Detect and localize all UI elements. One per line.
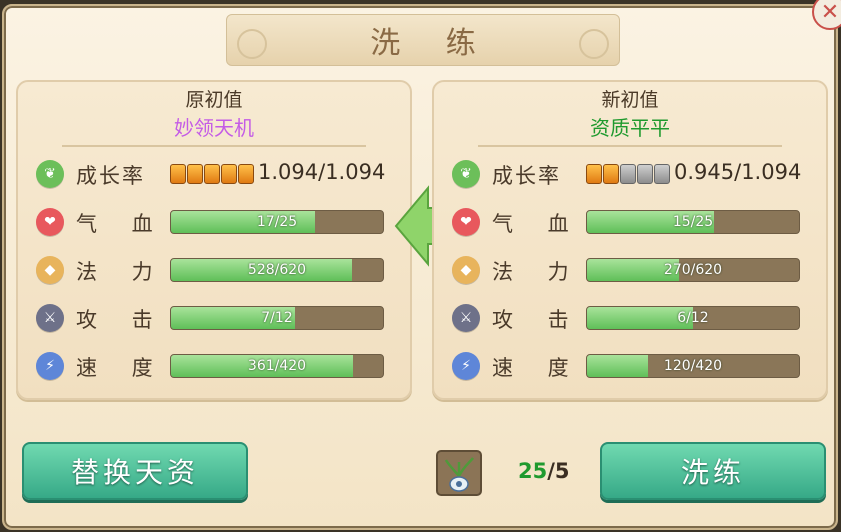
title-plate: 洗 练 xyxy=(226,14,620,66)
heart-icon: ❤ xyxy=(452,208,480,236)
growth-pip xyxy=(620,164,636,184)
quality-label: 妙领天机 xyxy=(174,116,254,140)
stat-label: 攻 击 xyxy=(492,308,583,332)
stat-label: 气 血 xyxy=(76,212,167,236)
attack-row: ⚔ 攻 击 6/12 xyxy=(434,300,826,336)
growth-value: 0.945/1.094 xyxy=(674,160,802,184)
new-stats-panel: 新初值 资质平平 ❦ 成长率 0.945/1.094 ❤ 气 血 15/25 ◆… xyxy=(432,80,828,400)
divider xyxy=(478,145,782,147)
stat-label: 速 度 xyxy=(76,356,167,380)
growth-pip xyxy=(637,164,653,184)
sword-icon: ⚔ xyxy=(36,304,64,332)
growth-pips xyxy=(170,164,254,184)
mp-row: ◆ 法 力 270/620 xyxy=(434,252,826,288)
mana-icon: ◆ xyxy=(36,256,64,284)
mana-icon: ◆ xyxy=(452,256,480,284)
bar-text: 270/620 xyxy=(663,262,723,278)
mp-row: ◆ 法 力 528/620 xyxy=(18,252,410,288)
stat-label: 法 力 xyxy=(492,260,583,284)
train-dialog: 洗 练 原初值 妙领天机 ❦ 成长率 1.094/1.094 ❤ 气 血 17/… xyxy=(2,4,838,530)
panel-header: 原初值 xyxy=(185,89,243,111)
bar-text: 6/12 xyxy=(677,310,709,326)
stat-label: 速 度 xyxy=(492,356,583,380)
speed-bar: 361/420 xyxy=(170,354,384,378)
lightning-icon: ⚡ xyxy=(36,352,64,380)
speed-bar: 120/420 xyxy=(586,354,800,378)
divider xyxy=(62,145,366,147)
mp-bar: 528/620 xyxy=(170,258,384,282)
hp-row: ❤ 气 血 15/25 xyxy=(434,204,826,240)
attack-row: ⚔ 攻 击 7/12 xyxy=(18,300,410,336)
potted-plant-icon xyxy=(444,457,474,492)
bar-text: 120/420 xyxy=(663,358,723,374)
swap-aptitude-button[interactable]: 替换天资 xyxy=(22,442,248,500)
sprout-icon: ❦ xyxy=(452,160,480,188)
growth-pip xyxy=(238,164,254,184)
speed-row: ⚡ 速 度 361/420 xyxy=(18,348,410,384)
stat-label: 法 力 xyxy=(76,260,167,284)
growth-pip xyxy=(204,164,220,184)
attack-bar: 6/12 xyxy=(586,306,800,330)
hp-row: ❤ 气 血 17/25 xyxy=(18,204,410,240)
mp-bar: 270/620 xyxy=(586,258,800,282)
lightning-icon: ⚡ xyxy=(452,352,480,380)
bar-text: 15/25 xyxy=(672,214,714,230)
growth-row: ❦ 成长率 1.094/1.094 xyxy=(18,156,410,192)
sword-icon: ⚔ xyxy=(452,304,480,332)
dialog-title: 洗 练 xyxy=(370,26,494,61)
hp-bar: 15/25 xyxy=(586,210,800,234)
hp-bar: 17/25 xyxy=(170,210,384,234)
sprout-icon: ❦ xyxy=(36,160,64,188)
bar-text: 528/620 xyxy=(247,262,307,278)
growth-pip xyxy=(586,164,602,184)
bar-text: 361/420 xyxy=(247,358,307,374)
stat-label: 气 血 xyxy=(492,212,583,236)
growth-pip xyxy=(170,164,186,184)
train-button[interactable]: 洗练 xyxy=(600,442,826,500)
stat-label: 攻 击 xyxy=(76,308,167,332)
growth-value: 1.094/1.094 xyxy=(258,160,386,184)
speed-row: ⚡ 速 度 120/420 xyxy=(434,348,826,384)
growth-pip xyxy=(187,164,203,184)
quality-label: 资质平平 xyxy=(590,116,670,140)
close-icon: ✕ xyxy=(820,0,840,25)
growth-pip xyxy=(603,164,619,184)
item-slot[interactable] xyxy=(436,450,482,496)
growth-pips xyxy=(586,164,670,184)
bar-text: 17/25 xyxy=(256,214,298,230)
growth-label: 成长率 xyxy=(76,164,145,188)
attack-bar: 7/12 xyxy=(170,306,384,330)
growth-label: 成长率 xyxy=(492,164,561,188)
panel-header: 新初值 xyxy=(601,89,659,111)
bar-text: 7/12 xyxy=(261,310,293,326)
owned-count: 25 xyxy=(518,459,548,483)
heart-icon: ❤ xyxy=(36,208,64,236)
growth-pip xyxy=(221,164,237,184)
growth-row: ❦ 成长率 0.945/1.094 xyxy=(434,156,826,192)
original-stats-panel: 原初值 妙领天机 ❦ 成长率 1.094/1.094 ❤ 气 血 17/25 ◆… xyxy=(16,80,412,400)
cost-count: /5 xyxy=(547,459,570,483)
material-count: 25/5 xyxy=(518,459,570,483)
growth-pip xyxy=(654,164,670,184)
